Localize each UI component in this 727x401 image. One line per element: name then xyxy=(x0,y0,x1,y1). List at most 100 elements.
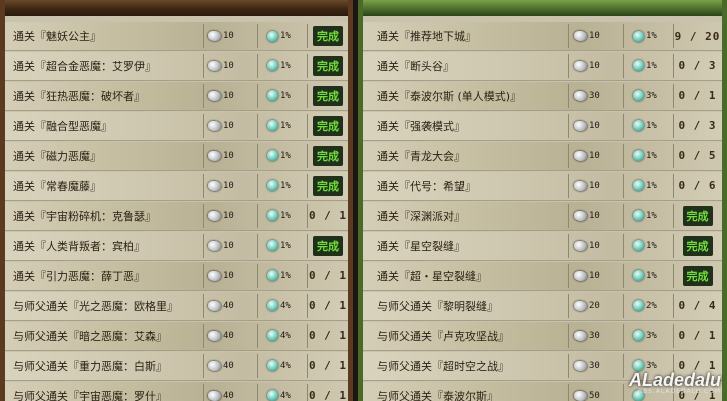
gem-reward: 40 xyxy=(208,292,234,320)
column-divider xyxy=(623,143,624,168)
column-divider xyxy=(568,53,569,78)
task-row[interactable]: 与师父通关『暗之恶魔：艾森』 40 4% 0 / 1 xyxy=(5,321,348,351)
gem-count: 10 xyxy=(223,31,234,41)
task-row[interactable]: 通关『青龙大会』 10 1% 0 / 5 xyxy=(363,141,722,171)
task-row[interactable]: 与师父通关『宇宙恶魔：罗什』 40 4% 0 / 1 xyxy=(5,381,348,401)
task-row[interactable]: 通关『断头谷』 10 1% 0 / 3 xyxy=(363,51,722,81)
gem-reward: 30 xyxy=(574,352,600,380)
task-row[interactable]: 通关『引力恶魔：薛丁恶』 10 1% 0 / 1 xyxy=(5,261,348,291)
column-divider xyxy=(257,24,258,48)
gem-reward: 50 xyxy=(574,382,600,401)
exp-reward: 1% xyxy=(633,52,657,80)
column-divider xyxy=(568,113,569,138)
exp-reward: 4% xyxy=(267,322,291,350)
gem-icon xyxy=(208,210,221,221)
task-name: 与师父通关『暗之恶魔：艾森』 xyxy=(13,329,167,343)
gem-count: 10 xyxy=(223,180,234,191)
task-status: 完成 xyxy=(308,112,348,140)
column-divider xyxy=(568,263,569,288)
exp-percent: 1% xyxy=(280,120,291,131)
task-row[interactable]: 与师父通关『黎明裂缝』 20 2% 0 / 4 xyxy=(363,291,722,321)
task-row[interactable]: 通关『融合型恶魔』 10 1% 完成 xyxy=(5,111,348,141)
gem-count: 10 xyxy=(589,180,600,191)
task-name: 通关『推荐地下城』 xyxy=(377,30,476,43)
gem-count: 10 xyxy=(223,240,234,251)
exp-reward: 1% xyxy=(267,232,291,260)
column-divider xyxy=(203,83,204,108)
task-row[interactable]: 与师父通关『光之恶魔：欧格里』 40 4% 0 / 1 xyxy=(5,291,348,321)
gem-icon xyxy=(574,240,587,251)
gem-reward: 10 xyxy=(574,142,600,170)
task-row[interactable]: 通关『人类背叛者：宾柏』 10 1% 完成 xyxy=(5,231,348,261)
task-row[interactable]: 通关『泰波尔斯 (单人模式)』 30 3% 0 / 1 xyxy=(363,81,722,111)
task-name: 与师父通关『黎明裂缝』 xyxy=(377,299,498,313)
gem-reward: 10 xyxy=(574,172,600,200)
orb-icon xyxy=(267,120,278,132)
orb-icon xyxy=(633,180,644,192)
task-row[interactable]: 通关『推荐地下城』 10 1% 9 / 20 xyxy=(363,22,722,51)
task-name: 通关『青龙大会』 xyxy=(377,149,465,163)
gem-count: 10 xyxy=(223,120,234,131)
task-name: 通关『人类背叛者：宾柏』 xyxy=(13,239,145,253)
column-divider xyxy=(623,233,624,258)
gem-icon xyxy=(574,270,587,281)
gem-count: 10 xyxy=(223,210,234,221)
task-row[interactable]: 通关『常春魔藤』 10 1% 完成 xyxy=(5,171,348,201)
status-label: 9 / 20 xyxy=(674,29,721,43)
column-divider xyxy=(568,353,569,378)
column-divider xyxy=(203,293,204,318)
task-row[interactable]: 通关『超合金恶魔：艾罗伊』 10 1% 完成 xyxy=(5,51,348,81)
column-divider xyxy=(623,203,624,228)
exp-percent: 1% xyxy=(280,150,291,161)
task-name: 通关『深渊派对』 xyxy=(377,209,465,223)
task-row[interactable]: 通关『星空裂缝』 10 1% 完成 xyxy=(363,231,722,261)
exp-reward: 1% xyxy=(267,22,291,50)
column-divider xyxy=(568,233,569,258)
status-label: 0 / 5 xyxy=(678,149,717,163)
task-row[interactable]: 通关『狂热恶魔：破坏者』 10 1% 完成 xyxy=(5,81,348,111)
task-status: 0 / 5 xyxy=(674,142,721,170)
task-row[interactable]: 通关『代号：希望』 10 1% 0 / 6 xyxy=(363,171,722,201)
exp-percent: 1% xyxy=(646,120,657,131)
gem-reward: 10 xyxy=(208,262,234,290)
gem-icon xyxy=(574,120,587,131)
column-divider xyxy=(203,143,204,168)
task-row[interactable]: 通关『超・星空裂缝』 10 1% 完成 xyxy=(363,261,722,291)
column-divider xyxy=(203,383,204,401)
exp-percent: 1% xyxy=(646,31,657,41)
top-scroll-rod xyxy=(5,0,348,16)
exp-reward: 1% xyxy=(267,172,291,200)
gem-reward: 30 xyxy=(574,82,600,110)
column-divider xyxy=(623,173,624,198)
column-divider xyxy=(623,83,624,108)
task-row[interactable]: 通关『魅妖公主』 10 1% 完成 xyxy=(5,22,348,51)
task-name: 通关『超合金恶魔：艾罗伊』 xyxy=(13,59,156,73)
task-name: 通关『常春魔藤』 xyxy=(13,179,101,193)
gem-count: 30 xyxy=(589,360,600,371)
task-row[interactable]: 通关『磁力恶魔』 10 1% 完成 xyxy=(5,141,348,171)
task-name: 与师父通关『超时空之战』 xyxy=(377,359,509,373)
task-row[interactable]: 通关『宇宙粉碎机：克鲁瑟』 10 1% 0 / 1 xyxy=(5,201,348,231)
exp-percent: 1% xyxy=(646,270,657,281)
orb-icon xyxy=(633,300,644,312)
task-row[interactable]: 与师父通关『卢克攻坚战』 30 3% 0 / 1 xyxy=(363,321,722,351)
exp-percent: 4% xyxy=(280,330,291,341)
exp-percent: 1% xyxy=(280,210,291,221)
column-divider xyxy=(203,113,204,138)
exp-reward: 1% xyxy=(633,112,657,140)
orb-icon xyxy=(267,270,278,282)
task-status: 0 / 1 xyxy=(308,292,348,320)
orb-icon xyxy=(267,210,278,222)
task-row[interactable]: 通关『强袭模式』 10 1% 0 / 3 xyxy=(363,111,722,141)
task-status: 0 / 1 xyxy=(308,262,348,290)
exp-percent: 1% xyxy=(646,180,657,191)
task-row[interactable]: 与师父通关『重力恶魔：白斯』 40 4% 0 / 1 xyxy=(5,351,348,381)
orb-icon xyxy=(633,120,644,132)
task-row[interactable]: 通关『深渊派对』 10 1% 完成 xyxy=(363,201,722,231)
exp-percent: 1% xyxy=(646,150,657,161)
gem-count: 40 xyxy=(223,300,234,311)
gem-icon xyxy=(208,90,221,101)
task-name: 通关『星空裂缝』 xyxy=(377,239,465,253)
gem-icon xyxy=(208,240,221,251)
orb-icon xyxy=(267,330,278,342)
